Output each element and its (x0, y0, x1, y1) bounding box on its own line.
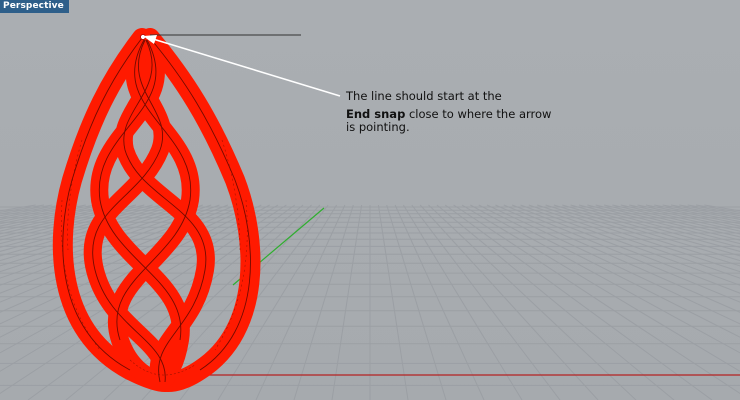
scene-canvas[interactable] (0, 0, 740, 400)
annotation-text: The line should start at the End snap cl… (346, 88, 576, 134)
annotation-line-1: The line should start at the (346, 89, 502, 103)
annotation-line-3: is pointing. (346, 120, 410, 134)
perspective-viewport[interactable]: Perspective The line should start at the… (0, 0, 740, 400)
viewport-title-tab[interactable]: Perspective (0, 0, 69, 13)
annotation-bold-term: End snap (346, 107, 406, 121)
annotation-line-2-rest: close to where the arrow (405, 107, 552, 121)
